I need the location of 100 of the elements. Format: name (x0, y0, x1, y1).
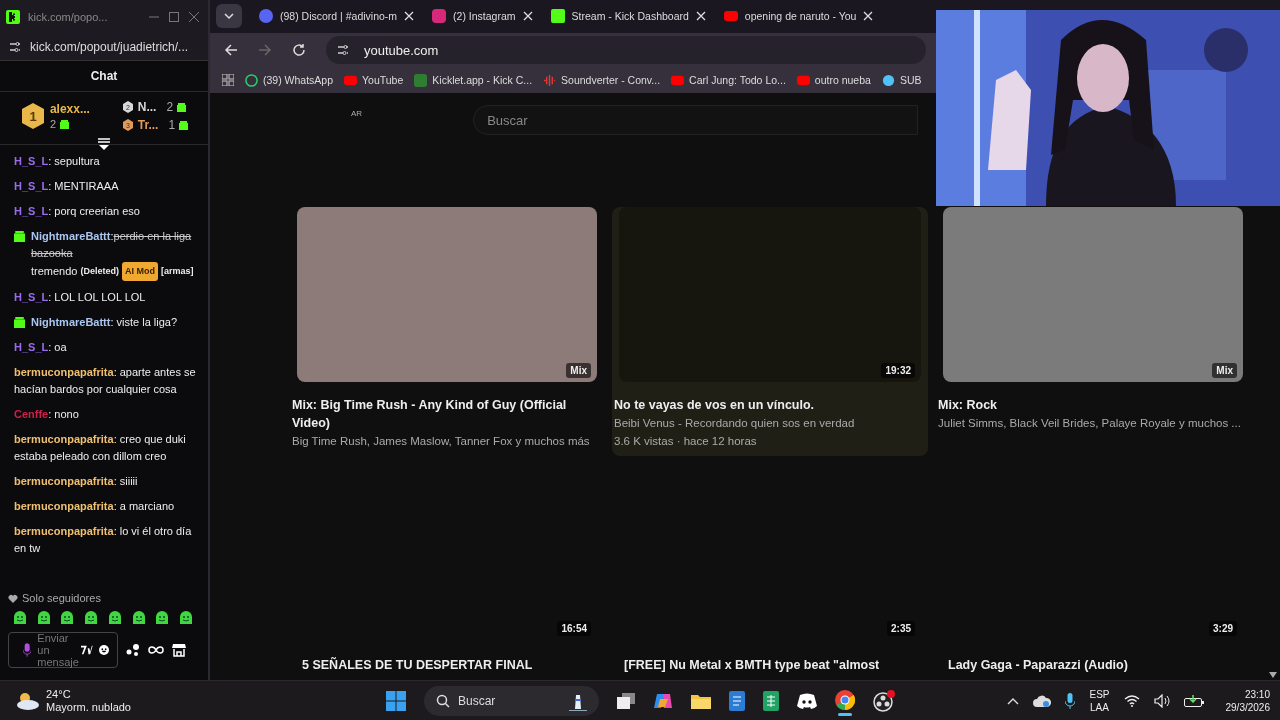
url-text: youtube.com (364, 42, 439, 58)
region-label: AR (351, 109, 363, 118)
chat-message: Cenffe: nono (14, 407, 80, 422)
speaker-icon[interactable] (1153, 693, 1170, 708)
task-view-icon[interactable] (617, 692, 635, 709)
site-settings-icon[interactable] (336, 43, 350, 58)
leader-name: alexx... (49, 102, 90, 116)
chat-message: bermuconpapafrita: a marciano (14, 499, 176, 514)
video-card[interactable]: Mix Mix: Rock Juliet Simms, Black Veil Brides, Palaye Royale y muchos ... (936, 207, 1250, 456)
bookmark[interactable]: YouTube (344, 73, 404, 87)
apps-icon[interactable] (222, 74, 234, 87)
video-card[interactable]: Mix Mix: Big Time Rush - Any Kind of Guy (Official Video) Big Time Rush, James Maslow, Tanner Fox y muchos más (290, 207, 604, 456)
video-title[interactable]: No te vayas de vos en un vínculo. (612, 396, 928, 414)
video-thumbnail[interactable]: Mix (943, 207, 1243, 382)
discord-icon[interactable] (797, 692, 817, 709)
expand-icon[interactable] (97, 138, 111, 150)
bookmark[interactable]: Kicklet.app - Kick C... (414, 73, 533, 87)
video-meta: Beibi Venus - Recordando quien sos en verdad (613, 416, 856, 431)
bookmark[interactable]: Carl Jung: Todo Lo... (671, 73, 786, 87)
video-title[interactable]: Lady Gaga - Paparazzi (Audio) (936, 656, 1250, 674)
clock[interactable]: 23:10 29/3/2026 (1225, 687, 1270, 714)
wifi-icon[interactable] (1123, 694, 1140, 707)
weather-description: Mayorm. nublado (46, 700, 131, 714)
scroll-down-icon[interactable] (1269, 672, 1277, 678)
chat-message: H_S_L: oa (14, 340, 68, 355)
video-title[interactable]: [FREE] Nu Metal x BMTH type beat "almost (612, 656, 928, 674)
video-title[interactable]: Mix: Big Time Rush - Any Kind of Guy (Official Video) (290, 396, 604, 432)
chat-message: bermuconpapafrita: lo vi él otro día en tw (14, 524, 193, 556)
site-settings-icon[interactable] (8, 40, 22, 54)
message-text: tremendo (31, 264, 78, 279)
chat-message: NightmareBattt: viste la liga? (31, 315, 179, 330)
microphone-icon[interactable] (23, 642, 32, 658)
emote-icon[interactable] (83, 610, 100, 626)
reload-icon[interactable] (292, 43, 306, 58)
chat-message: bermuconpapafrita: aparte antes se hacían bardos por cualquier cosa (14, 365, 197, 397)
browser-tab[interactable]: Stream - Kick Dashboard (543, 3, 713, 30)
video-badge: 16:54 (557, 621, 591, 636)
video-badge: 2:35 (887, 621, 915, 636)
video-title[interactable]: Mix: Rock (936, 396, 1250, 414)
video-meta: 3.6 K vistas · hace 12 horas (613, 434, 758, 449)
gift-icon (177, 102, 187, 112)
browser-tab[interactable]: opening de naruto - You (716, 3, 881, 30)
chat-message: H_S_L: MENTIRAAA (14, 179, 120, 194)
start-icon[interactable] (386, 690, 406, 711)
video-badge: 19:32 (881, 363, 915, 378)
store-icon[interactable] (172, 643, 186, 657)
chat-message: H_S_L: sepultura (14, 154, 101, 169)
chrome-icon[interactable] (835, 690, 855, 710)
document-icon[interactable] (729, 690, 745, 711)
seven-tv-icon[interactable] (81, 645, 93, 655)
emote-icon[interactable] (12, 610, 28, 626)
leader-name: Tr... (137, 118, 159, 132)
video-badge: Mix (566, 363, 591, 378)
search-field[interactable]: Buscar (473, 105, 919, 135)
video-card[interactable]: 19:32 No te vayas de vos en un vínculo. Beibi Venus - Recordando quien sos en verdad 3.6 K vistas · hace 12 horas (612, 207, 928, 456)
obs-icon[interactable] (873, 689, 895, 712)
gift-count: 1 (168, 118, 176, 132)
bookmark[interactable]: Soundverter - Conv... (543, 73, 661, 87)
temperature: 24°C (46, 687, 72, 701)
video-badge: Mix (1212, 363, 1237, 378)
battery-icon[interactable] (1183, 694, 1204, 707)
dots-icon[interactable] (126, 644, 140, 656)
emote-icon[interactable] (106, 610, 123, 626)
message-input[interactable]: Enviar un mensaje (8, 632, 118, 668)
emote-icon[interactable] (154, 610, 171, 626)
spreadsheet-icon[interactable] (763, 690, 779, 711)
waveform-icon (543, 73, 557, 87)
heart-icon (8, 593, 18, 603)
video-thumbnail[interactable]: Mix (297, 207, 597, 382)
window-title: kick.com/popo... (28, 11, 109, 23)
bookmark[interactable]: outro nueba (796, 73, 871, 87)
back-icon[interactable] (224, 43, 238, 58)
rank-badge-icon: 1 (19, 102, 46, 130)
emote-icon[interactable] (130, 610, 147, 626)
maximize-icon[interactable] (168, 11, 180, 23)
search-field[interactable]: Buscar (424, 685, 599, 716)
infinity-icon[interactable] (148, 645, 164, 655)
chat-mode-label: Solo seguidores (22, 592, 101, 604)
ai-mod-tag: AI Mod (122, 262, 158, 281)
browser-tab[interactable]: (98) Discord | #adivino-m (252, 3, 422, 30)
video-title[interactable]: 5 SEÑALES DE TU DESPERTAR FINAL (290, 656, 604, 674)
emoji-icon[interactable] (99, 644, 109, 656)
language-indicator[interactable]: ESP LAA (1089, 687, 1110, 714)
tab-search-icon[interactable] (216, 4, 242, 29)
emote-icon[interactable] (177, 610, 194, 626)
browser-tab[interactable]: (2) Instagram (425, 3, 540, 30)
bookmark[interactable]: SUB (881, 73, 922, 87)
bookmark[interactable]: (39) WhatsApp (245, 73, 334, 87)
video-badge: 3:29 (1209, 621, 1237, 636)
emote-icon[interactable] (59, 610, 76, 626)
chevron-up-icon[interactable] (1007, 696, 1020, 705)
emote-icon[interactable] (35, 610, 52, 626)
video-thumbnail[interactable]: 19:32 (619, 207, 921, 382)
video-meta: Juliet Simms, Black Veil Brides, Palaye Royale y muchos ... (937, 416, 1242, 431)
cloud-icon[interactable] (1033, 694, 1052, 707)
chat-message: H_S_L: porq creerian eso (14, 204, 141, 219)
microphone-icon[interactable] (1065, 692, 1076, 709)
gift-count: 2 (49, 118, 56, 130)
weather-icon (16, 690, 40, 711)
folder-icon[interactable] (691, 692, 711, 709)
